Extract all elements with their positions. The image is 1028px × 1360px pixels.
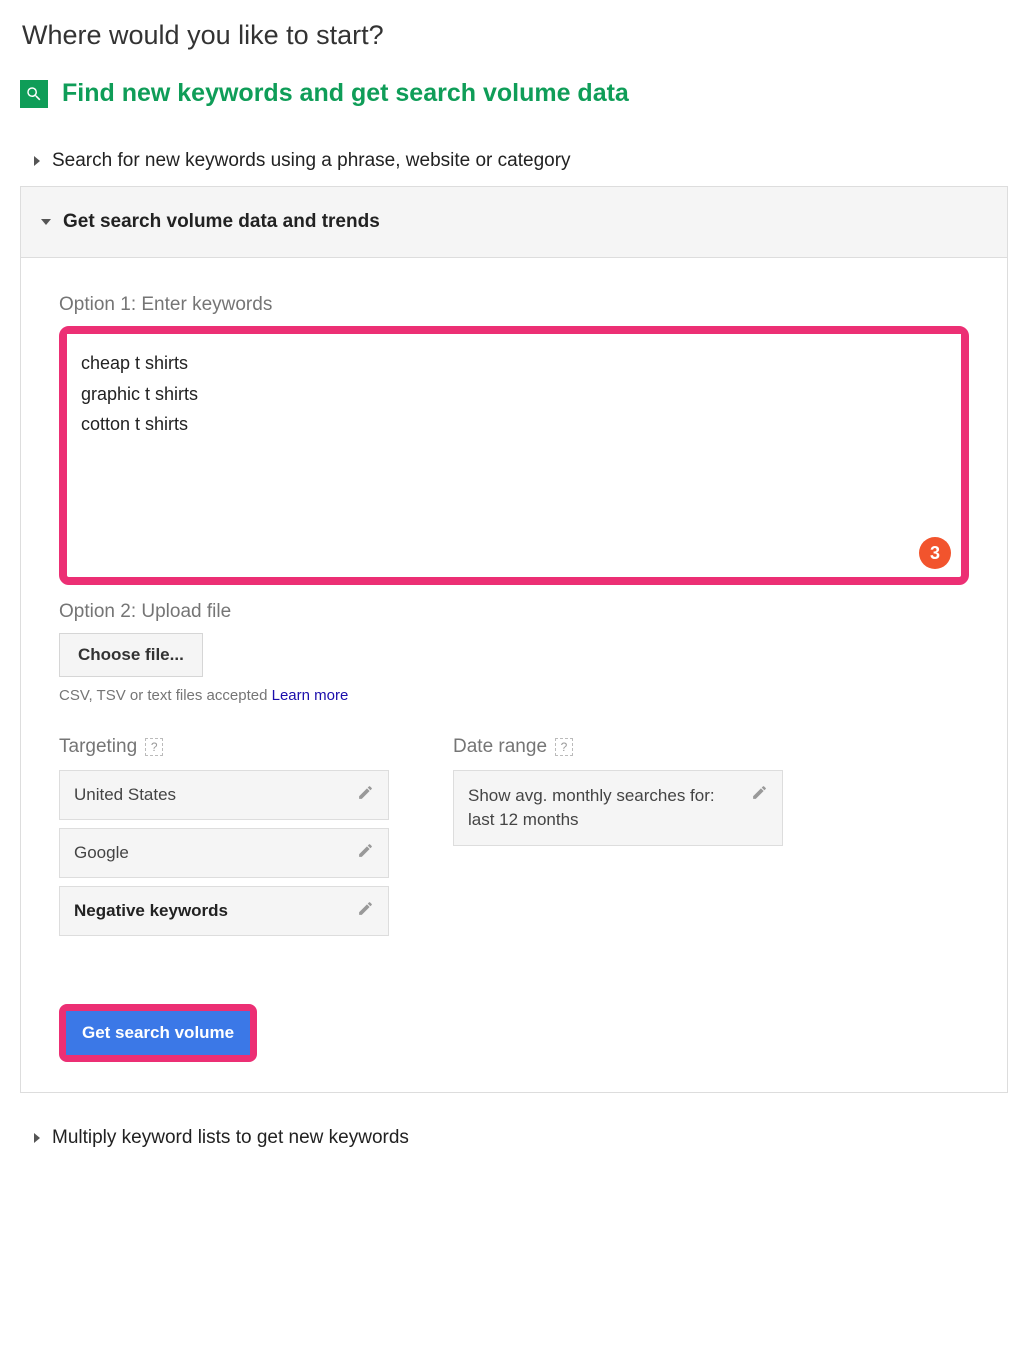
accordion-label: Multiply keyword lists to get new keywor… xyxy=(52,1127,409,1149)
page-title: Where would you like to start? xyxy=(20,20,1008,51)
chevron-down-icon xyxy=(41,219,51,225)
accordion-multiply-lists[interactable]: Multiply keyword lists to get new keywor… xyxy=(20,1117,1008,1159)
pencil-icon xyxy=(357,784,374,806)
accordion-label: Get search volume data and trends xyxy=(63,211,380,233)
accordion-label: Search for new keywords using a phrase, … xyxy=(52,150,571,172)
panel-get-search-volume: Get search volume data and trends Option… xyxy=(20,186,1008,1093)
get-search-volume-button[interactable]: Get search volume xyxy=(66,1011,250,1055)
targeting-negative-keywords[interactable]: Negative keywords xyxy=(59,886,389,936)
learn-more-link[interactable]: Learn more xyxy=(272,687,349,704)
step-badge: 3 xyxy=(919,537,951,569)
section-title: Find new keywords and get search volume … xyxy=(62,79,629,108)
option2-label: Option 2: Upload file xyxy=(59,601,969,623)
daterange-box[interactable]: Show avg. monthly searches for: last 12 … xyxy=(453,770,783,846)
help-icon[interactable]: ? xyxy=(555,738,573,756)
targeting-item-label: United States xyxy=(74,785,176,805)
targeting-item-label: Google xyxy=(74,843,129,863)
keywords-input[interactable] xyxy=(67,334,961,572)
search-icon xyxy=(20,80,48,108)
pencil-icon xyxy=(751,784,768,806)
option1-label: Option 1: Enter keywords xyxy=(59,294,969,316)
targeting-network[interactable]: Google xyxy=(59,828,389,878)
keywords-highlight-box: 3 xyxy=(59,326,969,585)
pencil-icon xyxy=(357,842,374,864)
section-header: Find new keywords and get search volume … xyxy=(20,79,1008,108)
accordion-search-new-keywords[interactable]: Search for new keywords using a phrase, … xyxy=(20,140,1008,182)
chevron-right-icon xyxy=(34,1133,40,1143)
targeting-location[interactable]: United States xyxy=(59,770,389,820)
chevron-right-icon xyxy=(34,156,40,166)
accordion-get-volume-trends[interactable]: Get search volume data and trends xyxy=(21,187,1007,258)
accepted-files-text: CSV, TSV or text files accepted Learn mo… xyxy=(59,687,969,704)
targeting-label: Targeting ? xyxy=(59,736,389,758)
help-icon[interactable]: ? xyxy=(145,738,163,756)
daterange-text: Show avg. monthly searches for: last 12 … xyxy=(468,784,751,832)
get-volume-highlight: Get search volume xyxy=(59,1004,257,1062)
choose-file-button[interactable]: Choose file... xyxy=(59,633,203,677)
targeting-column: Targeting ? United States Google Negativ… xyxy=(59,736,389,944)
daterange-column: Date range ? Show avg. monthly searches … xyxy=(453,736,783,944)
pencil-icon xyxy=(357,900,374,922)
daterange-label: Date range ? xyxy=(453,736,783,758)
targeting-item-label: Negative keywords xyxy=(74,901,228,921)
